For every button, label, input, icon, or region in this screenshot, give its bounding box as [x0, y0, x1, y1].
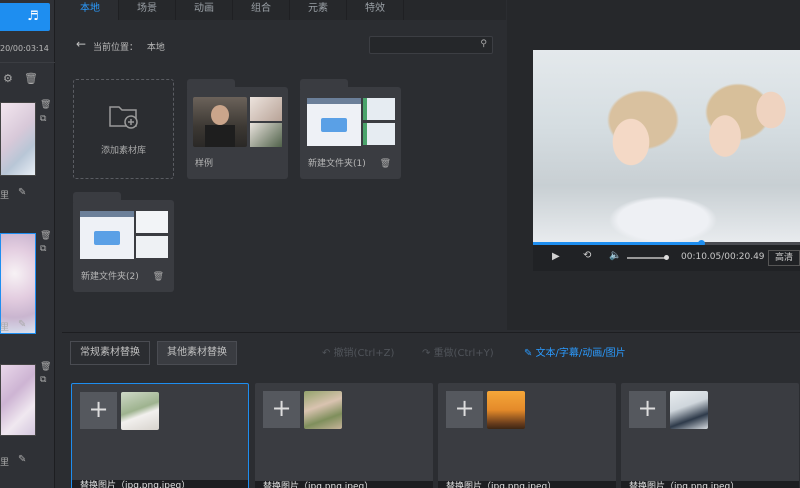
loop-icon[interactable]: ⟲ — [583, 250, 591, 261]
delete-folder-icon[interactable]: 🗑 — [380, 159, 391, 169]
scene-label: 里 — [0, 323, 10, 333]
tab-effect[interactable]: 特效 — [347, 0, 404, 20]
folder-preview-image — [363, 98, 395, 120]
copy-scene-icon[interactable]: ⧉ — [40, 244, 46, 254]
add-library-button[interactable]: 添加素材库 — [73, 79, 174, 179]
folder-preview-image — [307, 98, 361, 146]
scene-sidebar: ♬ 20/00:03:14 ⚙ 🗑 🗑 ⧉ 里 ✎ 🗑 ⧉ 里 ✎ 🗑 ⧉ 里 … — [0, 0, 55, 488]
replace-slot[interactable]: + 替换图片（jpg,png,jpeg） — [255, 383, 433, 488]
player-controls: ▶ ⟲ 🔈 00:10.05/00:20.49 高清 — [533, 245, 800, 271]
slot-image — [121, 392, 159, 430]
add-library-label: 添加素材库 — [100, 146, 146, 156]
folder-preview-image — [136, 236, 168, 258]
scene-thumbnail[interactable] — [0, 102, 36, 176]
copy-scene-icon[interactable]: ⧉ — [40, 114, 46, 124]
folder-name: 新建文件夹(2) — [81, 272, 139, 282]
music-button[interactable]: ♬ — [16, 3, 50, 31]
folder-preview-image — [80, 211, 134, 259]
timecode: 00:10.05/00:20.49 — [681, 252, 765, 262]
folder-preview-image — [136, 211, 168, 233]
volume-slider[interactable] — [627, 255, 669, 260]
folder-sample[interactable]: 样例 — [187, 79, 288, 179]
tab-animation[interactable]: 动画 — [176, 0, 233, 20]
slot-caption: 替换图片（jpg,png,jpeg） — [438, 481, 616, 488]
location-value: 本地 — [146, 43, 165, 53]
divider — [0, 62, 55, 63]
add-image-button[interactable]: + — [629, 391, 666, 428]
text-media-link[interactable]: ✎ 文本/字幕/动画/图片 — [524, 344, 626, 359]
slot-caption: 替换图片（jpg,png,jpeg） — [255, 481, 433, 488]
delete-scene-icon[interactable]: 🗑 — [40, 362, 51, 372]
search-input[interactable]: ⚲ — [369, 36, 493, 54]
redo-button[interactable]: ↷ 重做(Ctrl+Y) — [422, 344, 494, 359]
folder-preview-image — [250, 123, 282, 147]
folder-name: 样例 — [195, 159, 214, 169]
undo-button[interactable]: ↶ 撤销(Ctrl+Z) — [322, 344, 394, 359]
folder-preview-image — [363, 123, 395, 145]
location-label: 当前位置： — [93, 43, 139, 53]
tab-combo[interactable]: 组合 — [233, 0, 290, 20]
delete-scene-icon[interactable]: 🗑 — [40, 100, 51, 110]
video-preview[interactable] — [533, 50, 800, 244]
slot-image — [487, 391, 525, 429]
trash-icon[interactable]: 🗑 — [24, 72, 38, 85]
folder-preview-image — [193, 97, 247, 147]
tab-element[interactable]: 元素 — [290, 0, 347, 20]
tab-scene[interactable]: 场景 — [119, 0, 176, 20]
slot-caption: 替换图片（jpg,png,jpeg） — [72, 480, 248, 488]
edit-icon[interactable]: ✎ — [18, 187, 26, 198]
slot-image — [304, 391, 342, 429]
replace-slot[interactable]: + 替换图片（jpg,png,jpeg） — [71, 383, 249, 488]
slot-caption: 替换图片（jpg,png,jpeg） — [621, 481, 799, 488]
breadcrumb: ← 当前位置： 本地 ⚲ — [62, 30, 506, 60]
folder-preview-image — [250, 97, 282, 121]
folder-new-1[interactable]: 新建文件夹(1) 🗑 — [300, 79, 401, 179]
tab-regular-replace[interactable]: 常规素材替换 — [70, 341, 150, 365]
copy-scene-icon[interactable]: ⧉ — [40, 375, 46, 385]
scene-label: 里 — [0, 458, 10, 468]
material-tabs: 本地 场景 动画 组合 元素 特效 — [62, 0, 506, 20]
add-image-button[interactable]: + — [263, 391, 300, 428]
replace-slot[interactable]: + 替换图片（jpg,png,jpeg） — [621, 383, 799, 488]
slot-image — [670, 391, 708, 429]
scene-duration: 20/00:03:14 — [0, 44, 49, 53]
replace-slot[interactable]: + 替换图片（jpg,png,jpeg） — [438, 383, 616, 488]
volume-icon[interactable]: 🔈 — [609, 250, 621, 261]
app-window: ♬ 20/00:03:14 ⚙ 🗑 🗑 ⧉ 里 ✎ 🗑 ⧉ 里 ✎ 🗑 ⧉ 里 … — [0, 0, 800, 488]
add-image-button[interactable]: + — [446, 391, 483, 428]
delete-scene-icon[interactable]: 🗑 — [40, 231, 51, 241]
add-image-button[interactable]: + — [80, 392, 117, 429]
edit-icon[interactable]: ✎ — [18, 454, 26, 465]
add-folder-icon — [109, 106, 138, 129]
tab-other-replace[interactable]: 其他素材替换 — [157, 341, 237, 365]
folder-name: 新建文件夹(1) — [308, 159, 366, 169]
edit-icon[interactable]: ✎ — [18, 319, 26, 330]
quality-button[interactable]: 高清 — [768, 250, 800, 266]
play-icon[interactable]: ▶ — [552, 251, 560, 262]
search-icon: ⚲ — [480, 39, 487, 49]
settings-icon[interactable]: ⚙ — [3, 72, 13, 85]
back-arrow-icon[interactable]: ← — [76, 37, 86, 51]
scene-thumbnail[interactable] — [0, 364, 36, 436]
folder-new-2[interactable]: 新建文件夹(2) 🗑 — [73, 192, 174, 292]
replace-panel: 常规素材替换 其他素材替换 ↶ 撤销(Ctrl+Z) ↷ 重做(Ctrl+Y) … — [62, 332, 800, 488]
delete-folder-icon[interactable]: 🗑 — [153, 272, 164, 282]
tab-local[interactable]: 本地 — [62, 0, 119, 20]
scene-label: 里 — [0, 191, 10, 201]
